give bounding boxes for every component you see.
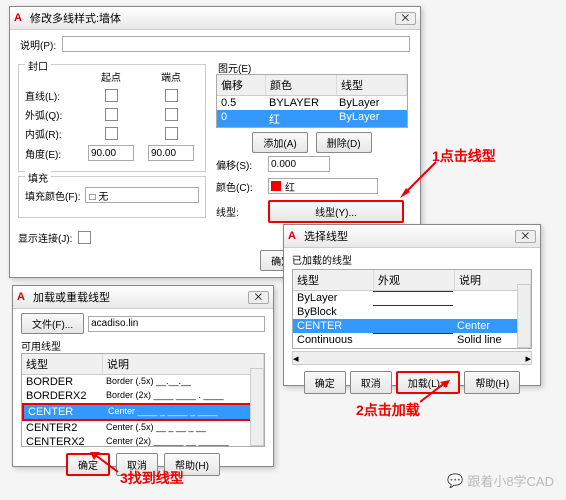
dialog-title: 加载或重载线型 — [33, 289, 110, 305]
close-icon[interactable]: ⨉ — [395, 12, 416, 25]
explain-label: 说明(P): — [20, 37, 56, 52]
av-h2: 说明 — [103, 354, 264, 374]
file-button[interactable]: 文件(F)... — [21, 313, 84, 334]
cap-inner-label: 内弧(R): — [25, 126, 81, 141]
cap-line-end-chk[interactable] — [165, 89, 178, 102]
offset-label: 偏移(S): — [216, 157, 264, 172]
elem-h1: 偏移 — [217, 75, 266, 95]
explain-input[interactable] — [62, 36, 410, 52]
cap-angle-label: 角度(E): — [25, 146, 81, 161]
available-list[interactable]: 线型说明 BORDERBorder (.5x) __.__.__ BORDERX… — [21, 353, 265, 447]
available-label: 可用线型 — [21, 338, 265, 353]
cap-line-start-chk[interactable] — [105, 89, 118, 102]
fill-dropdown[interactable]: □ 无 — [85, 187, 199, 203]
available-row-selected: CENTERCenter ____ _ ____ _ ____ — [22, 403, 264, 421]
elem-h3: 线型 — [337, 75, 407, 95]
color-label: 颜色(C): — [216, 179, 264, 194]
cancel-button[interactable]: 取消 — [350, 371, 392, 394]
joint-checkbox[interactable] — [78, 231, 91, 244]
cap-outer-start-chk[interactable] — [105, 108, 118, 121]
close-icon[interactable]: ⨉ — [248, 291, 269, 304]
cap-line-label: 直线(L): — [25, 88, 81, 103]
cap-head-end: 端点 — [141, 69, 201, 84]
file-input[interactable] — [88, 316, 265, 332]
cap-outer-label: 外弧(Q): — [25, 107, 81, 122]
titlebar: A 加载或重载线型 ⨉ — [13, 286, 273, 309]
titlebar: A 选择线型 ⨉ — [284, 225, 540, 248]
cap-inner-end-chk[interactable] — [165, 127, 178, 140]
annotation-2: 2点击加载 — [356, 400, 420, 420]
wechat-icon: 💬 — [447, 473, 463, 489]
add-button[interactable]: 添加(A) — [252, 132, 307, 153]
watermark: 💬跟着小8学CAD — [447, 471, 554, 490]
elements-group: 图元(E) 偏移颜色线型 0.5BYLAYERByLayer 0红ByLayer… — [216, 64, 408, 224]
elem-h2: 颜色 — [266, 75, 337, 95]
cap-head-start: 起点 — [81, 69, 141, 84]
load-linetype-dialog: A 加载或重载线型 ⨉ 文件(F)... 可用线型 线型说明 BORDERBor… — [12, 285, 274, 467]
fill-label: 填充颜色(F): — [25, 188, 81, 203]
lt-h2: 外观 — [374, 270, 455, 290]
dialog-title: 选择线型 — [304, 228, 348, 244]
delete-button[interactable]: 删除(D) — [316, 132, 372, 153]
cap-title: 封口 — [25, 58, 51, 73]
cap-outer-end-chk[interactable] — [165, 108, 178, 121]
fill-group: 填充 填充颜色(F): □ 无 — [18, 176, 206, 218]
annotation-3: 3找到线型 — [120, 468, 184, 488]
elements-row-selected: 0红ByLayer — [217, 110, 407, 128]
elements-title: 图元(E) — [218, 60, 251, 75]
cap-angle-end[interactable] — [148, 145, 194, 161]
cap-inner-start-chk[interactable] — [105, 127, 118, 140]
cap-group: 封口 起点 端点 直线(L): 外弧(Q): 内弧(R): 角度(E): — [18, 64, 206, 172]
dialog-title: 修改多线样式:墙体 — [30, 10, 121, 26]
linetype-button[interactable]: 线型(Y)... — [268, 200, 404, 223]
elements-list[interactable]: 偏移颜色线型 0.5BYLAYERByLayer 0红ByLayer -0.5B… — [216, 74, 408, 128]
titlebar: A 修改多线样式:墙体 ⨉ — [10, 7, 420, 30]
offset-input[interactable] — [268, 156, 330, 172]
linetype-row-selected: CENTERCenter — [293, 319, 531, 333]
help-button[interactable]: 帮助(H) — [464, 371, 520, 394]
app-icon: A — [14, 12, 26, 24]
linetype-list[interactable]: 线型外观说明 ByLayer ByBlock CENTERCenter Cont… — [292, 269, 532, 349]
app-icon: A — [17, 291, 29, 303]
loaded-label: 已加载的线型 — [292, 256, 352, 267]
color-dropdown[interactable]: 红 — [268, 178, 378, 194]
cap-angle-start[interactable] — [88, 145, 134, 161]
select-linetype-dialog: A 选择线型 ⨉ 已加载的线型 线型外观说明 ByLayer ByBlock C… — [283, 224, 541, 386]
av-h1: 线型 — [22, 354, 103, 374]
fill-title: 填充 — [25, 170, 51, 185]
annotation-1: 1点击线型 — [432, 146, 496, 166]
linetype-label: 线型: — [216, 204, 264, 219]
ok-button[interactable]: 确定 — [304, 371, 346, 394]
lt-h1: 线型 — [293, 270, 374, 290]
joint-label: 显示连接(J): — [18, 230, 72, 245]
app-icon: A — [288, 230, 300, 242]
close-icon[interactable]: ⨉ — [515, 230, 536, 243]
